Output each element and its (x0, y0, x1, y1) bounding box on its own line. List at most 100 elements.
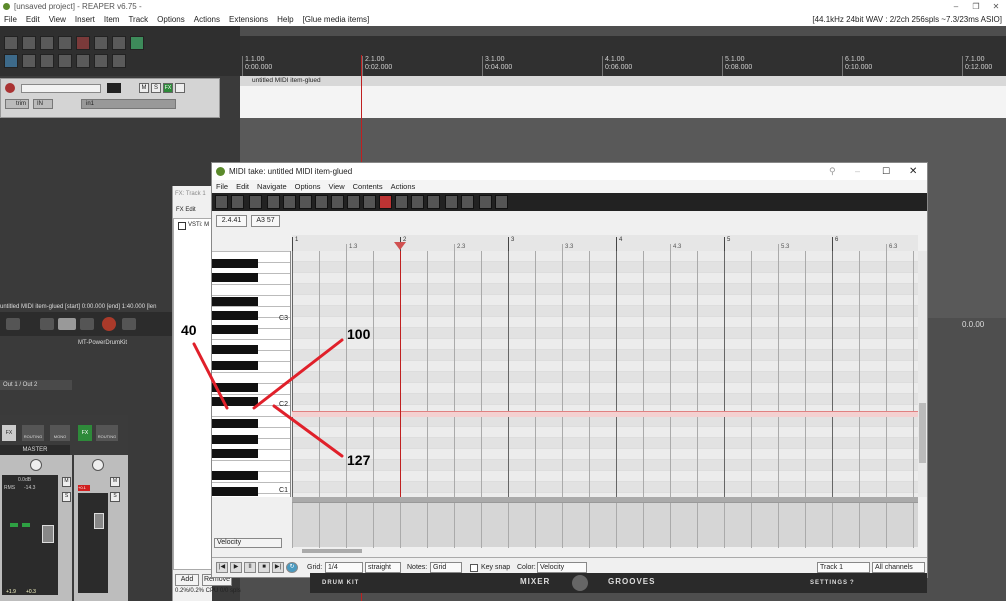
track-pan-knob[interactable] (92, 459, 104, 471)
timeline-ruler[interactable]: 1.1.00 0:00.000 2.1.00 0:02.000 3.1.00 0:04.0… (240, 36, 1006, 76)
snap-icon[interactable] (130, 36, 144, 50)
note-row[interactable] (292, 339, 918, 350)
drumkit-play-icon[interactable] (572, 575, 588, 591)
lock-icon[interactable] (94, 54, 108, 68)
track-name-field[interactable] (21, 84, 101, 93)
white-key[interactable] (212, 339, 290, 340)
track-header[interactable]: M S FX trim IN in1 (0, 78, 220, 118)
trim-button[interactable]: trim (5, 99, 29, 109)
note-play-icon[interactable] (315, 195, 328, 209)
redo-icon[interactable] (94, 36, 108, 50)
ripple-edit-icon[interactable] (4, 54, 18, 68)
settings-button[interactable]: SETTINGS (810, 580, 848, 586)
black-key[interactable] (212, 325, 258, 334)
note-row[interactable] (292, 383, 918, 394)
drum-kit-button[interactable]: DRUM KIT (322, 580, 359, 586)
black-key[interactable] (212, 273, 258, 282)
mixer-tab[interactable]: MIXER (520, 577, 550, 586)
midi-repeat-icon[interactable]: ↻ (286, 562, 298, 573)
white-key[interactable] (212, 372, 290, 373)
media-item-header[interactable]: untitled MIDI item-glued (240, 76, 1006, 86)
white-key[interactable] (212, 482, 290, 483)
repeat-icon[interactable] (122, 318, 136, 330)
midi-minimize-button[interactable]: – (855, 163, 860, 180)
note-row[interactable] (292, 262, 918, 273)
note-row[interactable] (292, 251, 918, 262)
note-row[interactable] (292, 482, 918, 493)
grid-select[interactable]: 1/4 (325, 562, 363, 573)
midi-close-button[interactable]: ✕ (909, 163, 917, 180)
settings-grid-icon[interactable] (112, 54, 126, 68)
black-key[interactable] (212, 449, 258, 458)
input-toggle[interactable]: IN (33, 99, 53, 109)
black-key[interactable] (212, 383, 258, 392)
midi-menu-contents[interactable]: Contents (353, 180, 383, 193)
white-key[interactable] (212, 295, 290, 296)
step-input-icon[interactable] (299, 195, 312, 209)
menu-options[interactable]: Options (157, 13, 185, 26)
black-key[interactable] (212, 361, 258, 370)
note-row[interactable] (292, 460, 918, 471)
black-key[interactable] (212, 297, 258, 306)
step-sequencer-icon[interactable] (427, 195, 440, 209)
save-project-icon[interactable] (40, 36, 54, 50)
channel-select[interactable]: All channels (872, 562, 925, 573)
fx-window-menu[interactable]: FX Edit (176, 207, 196, 213)
loop-icon[interactable] (479, 195, 492, 209)
master-solo-button[interactable]: S (62, 492, 71, 502)
midi-menu-actions[interactable]: Actions (391, 180, 416, 193)
fx-chain-list[interactable]: VSTi: M (173, 218, 213, 570)
midi-play-icon[interactable]: ▶ (230, 562, 242, 573)
record-arm-icon[interactable] (5, 83, 15, 93)
piano-keyboard[interactable]: C3 C2 C1 (212, 251, 291, 497)
route-button[interactable] (175, 83, 185, 93)
track-fx-button[interactable]: FX (78, 425, 92, 441)
note-row[interactable] (292, 416, 918, 427)
midi-go-end-icon[interactable]: ▶| (272, 562, 284, 573)
fx-add-button[interactable]: Add (175, 574, 199, 586)
new-project-icon[interactable] (4, 36, 18, 50)
piano-roll-icon[interactable] (215, 195, 228, 209)
go-to-start-icon[interactable] (6, 318, 20, 330)
audio-status[interactable]: [44.1kHz 24bit WAV : 2/2ch 256spls ~7.3/… (812, 13, 1002, 26)
record-icon[interactable] (102, 317, 116, 331)
menu-help[interactable]: Help (277, 13, 293, 26)
white-key[interactable] (212, 284, 290, 285)
play-icon[interactable] (58, 318, 76, 330)
midi-menu-options[interactable]: Options (295, 180, 321, 193)
color-select[interactable]: Velocity (537, 562, 587, 573)
metronome-icon[interactable] (112, 36, 126, 50)
menu-extensions[interactable]: Extensions (229, 13, 268, 26)
master-fx-button[interactable]: FX (2, 425, 16, 441)
master-routing-button[interactable]: ROUTING (22, 425, 44, 441)
output-select[interactable]: Out 1 / Out 2 (0, 380, 72, 390)
velocity-icon[interactable] (331, 195, 344, 209)
open-project-icon[interactable] (22, 36, 36, 50)
track-mute-button[interactable]: M (110, 477, 120, 487)
solo-button[interactable]: S (151, 83, 161, 93)
chase-icon[interactable] (395, 195, 408, 209)
velocity-lane[interactable] (292, 502, 918, 548)
input-select[interactable]: in1 (81, 99, 176, 109)
minimize-button[interactable]: – (946, 0, 966, 13)
undo-icon[interactable] (76, 36, 90, 50)
horizontal-scrollbar[interactable] (302, 549, 362, 553)
grooves-tab[interactable]: GROOVES (608, 577, 655, 586)
menu-insert[interactable]: Insert (75, 13, 95, 26)
track-routing-button[interactable]: ROUTING (96, 425, 118, 441)
vertical-scroll-thumb[interactable] (919, 403, 926, 463)
track-solo-button[interactable]: S (110, 492, 120, 502)
snap-grid-icon[interactable] (445, 195, 458, 209)
note-row[interactable] (292, 449, 918, 460)
menu-edit[interactable]: Edit (26, 13, 40, 26)
close-button[interactable]: ✕ (986, 0, 1006, 13)
menu-item[interactable]: Item (104, 13, 120, 26)
black-key[interactable] (212, 345, 258, 354)
master-pan-knob[interactable] (30, 459, 42, 471)
midi-stop-icon[interactable]: ■ (258, 562, 270, 573)
midi-menu-view[interactable]: View (329, 180, 345, 193)
midi-go-start-icon[interactable]: |◀ (216, 562, 228, 573)
note-row[interactable] (292, 361, 918, 372)
midi-ruler[interactable]: 1 1.3 2 2.3 3 3.3 4 4.3 5 5.3 6 6.3 (292, 235, 918, 252)
notation-icon[interactable] (267, 195, 280, 209)
